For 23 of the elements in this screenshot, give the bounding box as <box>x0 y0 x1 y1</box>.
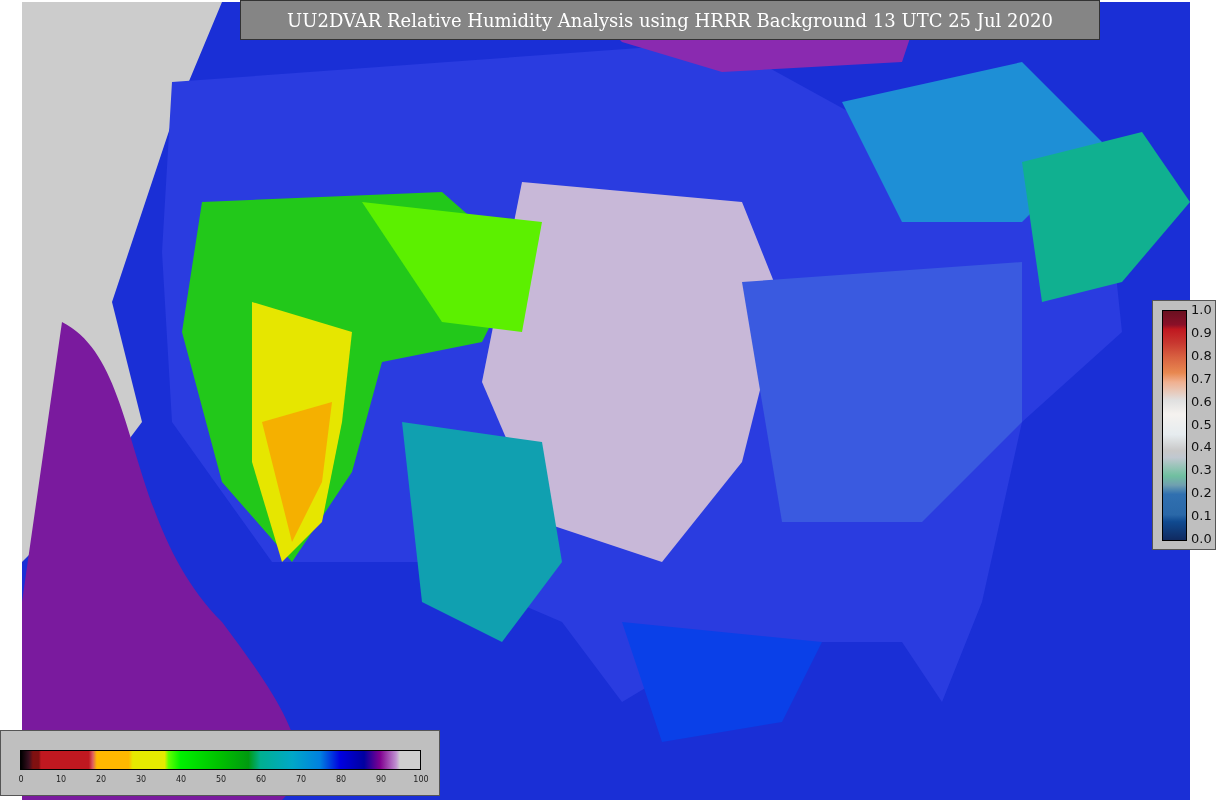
tick-label: 0.7 <box>1191 371 1212 386</box>
tick-label: 60 <box>255 775 267 784</box>
tick-label: 10 <box>55 775 67 784</box>
tick-label: 0.8 <box>1191 348 1212 363</box>
tick-label: 0.5 <box>1191 417 1212 432</box>
tick-label: 0.1 <box>1191 509 1212 524</box>
tick-label: 50 <box>215 775 227 784</box>
tick-label: 1.0 <box>1191 303 1212 317</box>
tick-label: 0 <box>18 775 24 784</box>
tick-label: 40 <box>175 775 187 784</box>
tick-label: 0.6 <box>1191 394 1212 409</box>
tick-label: 0.3 <box>1191 463 1212 478</box>
tick-label: 0.4 <box>1191 440 1212 455</box>
tick-label: 90 <box>375 775 387 784</box>
tick-label: 20 <box>95 775 107 784</box>
tick-label: 0.2 <box>1191 486 1212 501</box>
tick-label: 0.9 <box>1191 325 1212 340</box>
tick-label: 100 <box>413 775 429 784</box>
tick-label: 30 <box>135 775 147 784</box>
tick-label: 70 <box>295 775 307 784</box>
tick-label: 80 <box>335 775 347 784</box>
tick-label: 0.0 <box>1191 532 1212 546</box>
map-title: UU2DVAR Relative Humidity Analysis using HRRR Background 13 UTC 25 Jul 2020 <box>240 0 1100 40</box>
